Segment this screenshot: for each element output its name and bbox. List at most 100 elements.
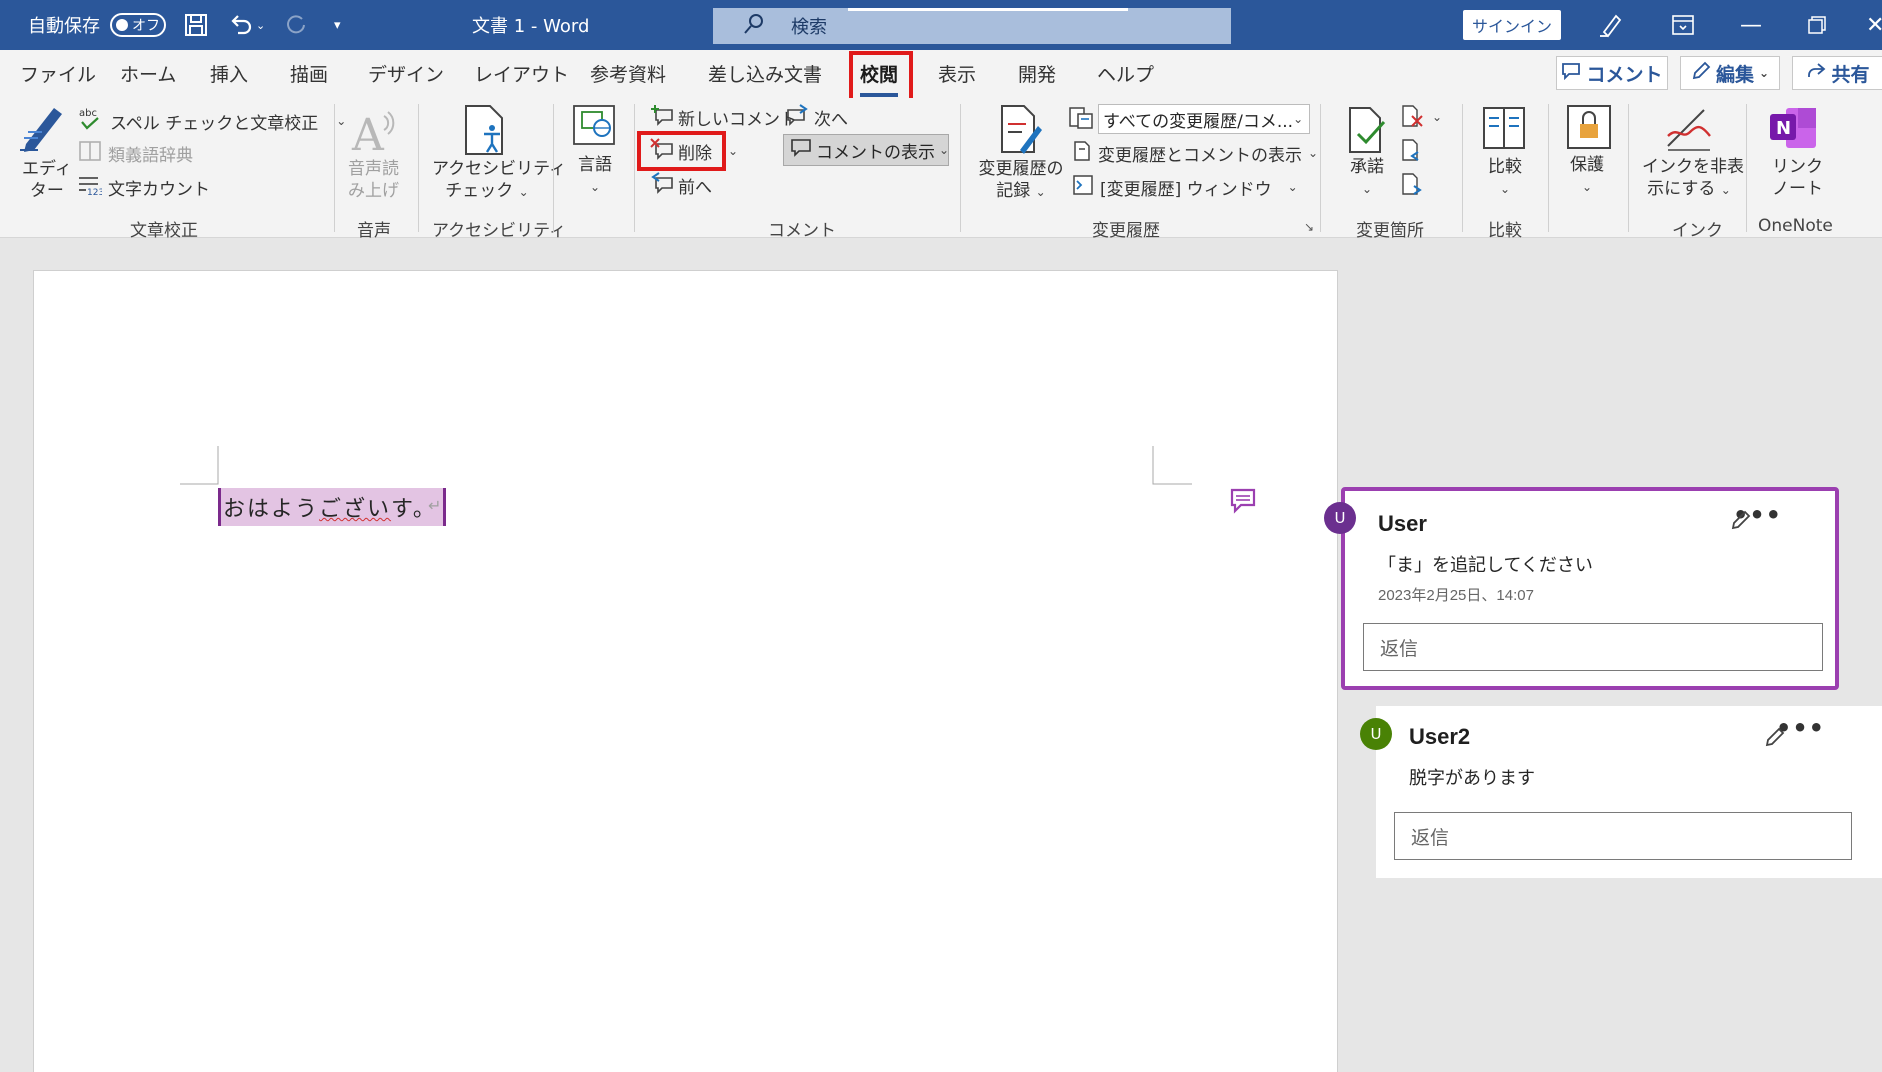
tab-file[interactable]: ファイル	[20, 60, 96, 87]
comment-card[interactable]: User ••• 「ま」を追記してください 2023年2月25日、14:07 返…	[1341, 487, 1839, 690]
spelling-grammar-button[interactable]: abc スペル チェックと文章校正 ⌄	[78, 106, 346, 136]
reply-input[interactable]: 返信	[1363, 623, 1823, 671]
show-comments-button[interactable]: コメントの表示 ⌄	[783, 134, 949, 166]
svg-text:abc: abc	[79, 108, 97, 119]
track-changes-icon[interactable]	[998, 104, 1044, 160]
undo-chevron-icon[interactable]: ⌄	[256, 19, 265, 32]
markup-view-combo[interactable]: すべての変更履歴/コメ... ⌄	[1098, 104, 1310, 134]
signin-button[interactable]: サインイン	[1463, 10, 1561, 40]
margin-corner-topleft	[180, 446, 219, 485]
hide-ink-icon[interactable]	[1664, 106, 1714, 156]
maximize-icon[interactable]	[1808, 0, 1826, 50]
chevron-down-icon: ⌄	[1581, 180, 1593, 194]
linked-notes-button[interactable]: リンク ノート	[1772, 156, 1823, 200]
show-markup-button[interactable]: 変更履歴とコメントの表示 ⌄	[1072, 140, 1318, 166]
chevron-down-icon: ⌄	[1361, 182, 1373, 196]
reply-input[interactable]: 返信	[1394, 812, 1852, 860]
minimize-icon[interactable]: —	[1740, 0, 1762, 50]
customize-qat-icon[interactable]: ▾	[334, 0, 341, 50]
group-label-accessibility: アクセシビリティ	[432, 221, 567, 241]
comment-icon	[1561, 62, 1581, 85]
hide-ink-button[interactable]: インクを非表 示にする ⌄	[1642, 156, 1744, 201]
close-icon[interactable]: ✕	[1866, 0, 1882, 50]
comment-marker-icon[interactable]	[1229, 487, 1257, 515]
reply-placeholder: 返信	[1411, 826, 1450, 849]
word-count-button[interactable]: 123 文字カウント	[78, 174, 210, 200]
language-icon[interactable]	[572, 104, 616, 150]
protect-button[interactable]: 保護 ⌄	[1570, 154, 1604, 198]
tab-developer[interactable]: 開発	[1018, 60, 1056, 87]
tab-design[interactable]: デザイン	[368, 60, 444, 87]
protect-label: 保護	[1570, 155, 1604, 175]
reply-placeholder: 返信	[1380, 637, 1419, 660]
reject-icon[interactable]	[1400, 104, 1426, 134]
edit-comment-icon[interactable]	[1764, 726, 1786, 748]
accept-icon[interactable]	[1346, 106, 1388, 158]
new-comment-button[interactable]: 新しいコメント	[650, 104, 797, 130]
accept-button[interactable]: 承諾 ⌄	[1350, 156, 1384, 200]
read-aloud-button: 音声読 み上げ	[348, 158, 399, 202]
next-comment-button[interactable]: 次へ	[786, 104, 848, 130]
autosave-state: オフ	[132, 18, 160, 34]
accessibility-check-button[interactable]: アクセシビリティ チェック ⌄	[432, 158, 566, 203]
save-icon[interactable]	[184, 0, 208, 50]
reviewing-pane-button[interactable]: [変更履歴] ウィンドウ ⌄	[1072, 174, 1298, 200]
track-changes-button[interactable]: 変更履歴の 記録 ⌄	[975, 158, 1067, 203]
compare-icon[interactable]	[1482, 106, 1528, 156]
previous-change-icon[interactable]	[1400, 138, 1426, 168]
previous-comment-button[interactable]: 前へ	[650, 172, 712, 198]
avatar: U	[1324, 502, 1356, 534]
chevron-down-icon: ⌄	[1287, 180, 1298, 194]
comment-date: 2023年2月25日、14:07	[1378, 587, 1534, 604]
protect-icon[interactable]	[1566, 104, 1612, 154]
ribbon: エディ ター abc スペル チェックと文章校正 ⌄ 類義語辞典 123 文字カ…	[0, 98, 1882, 241]
share-button[interactable]: 共有	[1792, 56, 1882, 90]
next-change-icon[interactable]	[1400, 172, 1426, 202]
show-comments-label: コメントの表示	[816, 142, 935, 163]
markup-view-icon	[1068, 106, 1094, 134]
pen-icon[interactable]	[1598, 0, 1624, 50]
tab-home[interactable]: ホーム	[120, 60, 176, 87]
editor-button[interactable]: エディ ター	[22, 158, 72, 202]
tab-help[interactable]: ヘルプ	[1097, 60, 1154, 87]
autosave-toggle[interactable]: オフ	[110, 0, 166, 50]
search-box[interactable]: 検索	[713, 8, 1231, 44]
show-markup-icon	[1072, 140, 1092, 166]
chevron-down-icon[interactable]: ⌄	[336, 114, 346, 128]
commented-text[interactable]: おはよう ござい す。	[218, 488, 446, 526]
svg-text:N: N	[1776, 118, 1791, 139]
chevron-down-icon: ⌄	[939, 143, 950, 157]
dialog-launcher-icon[interactable]: ↘	[1304, 220, 1314, 234]
tab-layout[interactable]: レイアウト	[474, 60, 569, 87]
read-aloud-icon: A	[350, 106, 398, 161]
tab-draw[interactable]: 描画	[290, 60, 328, 87]
document-page[interactable]	[33, 270, 1338, 1072]
accessibility-icon[interactable]	[462, 104, 508, 160]
comment-text: 「ま」を追記してください	[1378, 555, 1593, 576]
onenote-icon[interactable]: N	[1768, 104, 1818, 156]
tab-insert[interactable]: 挿入	[210, 60, 248, 87]
ribbon-display-icon[interactable]	[1672, 0, 1694, 50]
edit-comment-icon[interactable]	[1730, 509, 1752, 531]
comment-card[interactable]: U User2 ••• 脱字があります 返信	[1360, 706, 1882, 878]
tab-references[interactable]: 参考資料	[590, 60, 666, 87]
pencil-icon	[1691, 61, 1711, 86]
spelling-label: スペル チェックと文章校正	[110, 113, 319, 134]
editor-icon[interactable]	[18, 104, 66, 158]
word-count-label: 文字カウント	[108, 179, 210, 200]
misspelled-segment[interactable]: ござい	[319, 491, 391, 523]
group-label-ink: インク	[1672, 221, 1723, 241]
svg-text:123: 123	[87, 188, 102, 196]
tab-mailings[interactable]: 差し込み文書	[708, 60, 822, 87]
delete-chevron-down-icon[interactable]: ⌄	[728, 144, 738, 158]
undo-icon[interactable]: ⌄	[228, 0, 265, 50]
thesaurus-button: 類義語辞典	[78, 140, 193, 166]
compare-button[interactable]: 比較 ⌄	[1488, 156, 1522, 200]
tab-view[interactable]: 表示	[938, 60, 976, 87]
language-button[interactable]: 言語 ⌄	[578, 154, 612, 198]
read-aloud-line2: み上げ	[348, 181, 399, 201]
comments-button[interactable]: コメント	[1556, 56, 1668, 90]
reject-chevron-down-icon[interactable]: ⌄	[1432, 110, 1442, 124]
new-comment-icon	[650, 104, 674, 130]
editing-mode-button[interactable]: 編集 ⌄	[1680, 56, 1780, 90]
